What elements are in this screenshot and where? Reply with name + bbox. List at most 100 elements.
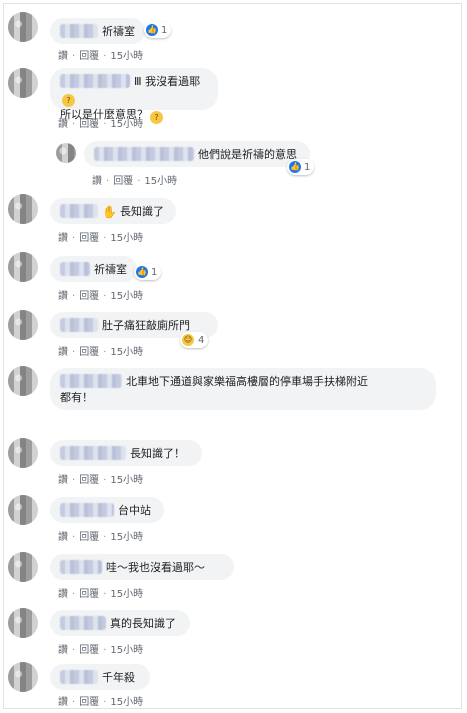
comment-actions: 讚 · 回覆 · 15小時 bbox=[58, 347, 144, 358]
commenter-name[interactable] bbox=[60, 262, 90, 276]
avatar[interactable] bbox=[8, 12, 38, 42]
timestamp[interactable]: 15小時 bbox=[110, 475, 143, 486]
reply-link[interactable]: 回覆 bbox=[79, 119, 99, 130]
reply-link[interactable]: 回覆 bbox=[79, 233, 99, 244]
comment-bubble: 祈禱室 bbox=[50, 18, 145, 44]
reply-link[interactable]: 回覆 bbox=[79, 51, 99, 62]
avatar[interactable] bbox=[8, 68, 38, 98]
reply-link[interactable]: 回覆 bbox=[79, 532, 99, 543]
comment-actions: 讚 · 回覆 · 15小時 bbox=[58, 645, 144, 656]
timestamp[interactable]: 15小時 bbox=[110, 645, 143, 656]
comment-bubble: 千年殺 bbox=[50, 664, 150, 690]
timestamp[interactable]: 15小時 bbox=[110, 589, 143, 600]
timestamp[interactable]: 15小時 bbox=[110, 291, 143, 302]
reply-link[interactable]: 回覆 bbox=[79, 645, 99, 656]
commenter-name[interactable] bbox=[60, 74, 130, 88]
reply-link[interactable]: 回覆 bbox=[79, 347, 99, 358]
like-link[interactable]: 讚 bbox=[58, 347, 68, 358]
commenter-name[interactable] bbox=[60, 24, 98, 38]
like-link[interactable]: 讚 bbox=[58, 532, 68, 543]
comment-bubble: 真的長知識了 bbox=[50, 610, 190, 636]
comment-thread: 祈禱室 👍 1 讚 · 回覆 · 15小時 Ⅲ 我沒看過耶? 所以是什麼意思？? 讚 · 回覆… bbox=[3, 3, 462, 709]
thumbs-up-icon: 👍 bbox=[289, 161, 301, 173]
comment-actions: 讚 · 回覆 · 15小時 bbox=[58, 589, 144, 600]
avatar[interactable] bbox=[8, 252, 38, 282]
commenter-name[interactable] bbox=[60, 374, 122, 388]
timestamp[interactable]: 15小時 bbox=[110, 532, 143, 543]
commenter-name[interactable] bbox=[60, 670, 98, 684]
reply-link[interactable]: 回覆 bbox=[79, 291, 99, 302]
comment-text: 都有！ bbox=[60, 391, 93, 404]
thinking-emoji-icon: ? bbox=[150, 111, 163, 124]
comment-bubble: 祈禱室 bbox=[50, 256, 137, 282]
comment-text: 他們說是祈禱的意思 bbox=[198, 148, 297, 161]
comment-actions: 讚 · 回覆 · 15小時 bbox=[58, 532, 144, 543]
comment-bubble: 長知識了！ bbox=[50, 440, 202, 466]
like-link[interactable]: 讚 bbox=[58, 233, 68, 244]
reply-link[interactable]: 回覆 bbox=[79, 589, 99, 600]
comment-actions: 讚 · 回覆 · 15小時 bbox=[58, 119, 144, 130]
comment-actions: 讚 · 回覆 · 15小時 bbox=[92, 176, 178, 187]
comment-bubble: ✋ 長知識了 bbox=[50, 198, 176, 224]
avatar[interactable] bbox=[8, 552, 38, 582]
avatar[interactable] bbox=[8, 608, 38, 638]
avatar[interactable] bbox=[8, 662, 38, 692]
avatar[interactable] bbox=[8, 194, 38, 224]
commenter-name[interactable] bbox=[60, 616, 106, 630]
timestamp[interactable]: 15小時 bbox=[110, 119, 143, 130]
comment-bubble: 北車地下通道與家樂福高樓層的停車場手扶梯附近 都有！ bbox=[50, 368, 436, 410]
timestamp[interactable]: 15小時 bbox=[110, 697, 143, 708]
reply-link[interactable]: 回覆 bbox=[79, 697, 99, 708]
commenter-name[interactable] bbox=[60, 503, 114, 517]
comment-actions: 讚 · 回覆 · 15小時 bbox=[58, 697, 144, 708]
avatar[interactable] bbox=[56, 143, 76, 163]
comment-actions: 讚 · 回覆 · 15小時 bbox=[58, 291, 144, 302]
comment-text: 肚子痛狂敲廁所門 bbox=[102, 319, 190, 332]
comment-text: 祈禱室 bbox=[102, 25, 135, 38]
timestamp[interactable]: 15小時 bbox=[110, 347, 143, 358]
comment-text: 長知識了 bbox=[119, 205, 164, 218]
reaction-badge[interactable]: 👍 1 bbox=[144, 22, 172, 38]
reaction-badge[interactable]: 👍 1 bbox=[287, 159, 315, 175]
comment-actions: 讚 · 回覆 · 15小時 bbox=[58, 475, 144, 486]
comment-text: 長知識了！ bbox=[130, 447, 185, 460]
like-link[interactable]: 讚 bbox=[58, 589, 68, 600]
reply-link[interactable]: 回覆 bbox=[79, 475, 99, 486]
like-link[interactable]: 讚 bbox=[58, 697, 68, 708]
thinking-emoji-icon: ? bbox=[62, 94, 75, 107]
avatar[interactable] bbox=[8, 366, 38, 396]
waving-hand-icon: ✋ bbox=[102, 205, 117, 219]
like-link[interactable]: 讚 bbox=[58, 119, 68, 130]
commenter-name[interactable] bbox=[60, 560, 102, 574]
comment-text: 真的長知識了 bbox=[110, 617, 176, 630]
thumbs-up-icon: 👍 bbox=[136, 266, 148, 278]
like-link[interactable]: 讚 bbox=[58, 475, 68, 486]
comment-text: 祈禱室 bbox=[94, 263, 127, 276]
comment-text: Ⅲ 我沒看過耶 bbox=[134, 75, 201, 88]
comment-text: 北車地下通道與家樂福高樓層的停車場手扶梯附近 bbox=[126, 375, 368, 388]
timestamp[interactable]: 15小時 bbox=[110, 233, 143, 244]
avatar[interactable] bbox=[8, 438, 38, 468]
like-link[interactable]: 讚 bbox=[58, 645, 68, 656]
like-link[interactable]: 讚 bbox=[92, 176, 102, 187]
avatar[interactable] bbox=[8, 310, 38, 340]
comment-text: 台中站 bbox=[118, 504, 151, 517]
reaction-count: 1 bbox=[161, 24, 168, 36]
commenter-name[interactable] bbox=[94, 147, 194, 161]
reaction-count: 1 bbox=[151, 266, 158, 278]
like-link[interactable]: 讚 bbox=[58, 291, 68, 302]
comment-text: 哇～我也沒看過耶～ bbox=[106, 561, 205, 574]
commenter-name[interactable] bbox=[60, 204, 98, 218]
reaction-badge[interactable]: 👍 1 bbox=[134, 264, 162, 280]
commenter-name[interactable] bbox=[60, 318, 98, 332]
reaction-count: 4 bbox=[198, 334, 205, 346]
timestamp[interactable]: 15小時 bbox=[144, 176, 177, 187]
reaction-count: 1 bbox=[304, 161, 311, 173]
like-link[interactable]: 讚 bbox=[58, 51, 68, 62]
commenter-name[interactable] bbox=[60, 446, 126, 460]
comment-bubble: 台中站 bbox=[50, 497, 164, 523]
timestamp[interactable]: 15小時 bbox=[110, 51, 143, 62]
avatar[interactable] bbox=[8, 495, 38, 525]
reaction-badge[interactable]: ☺ 4 bbox=[180, 332, 209, 348]
reply-link[interactable]: 回覆 bbox=[113, 176, 133, 187]
